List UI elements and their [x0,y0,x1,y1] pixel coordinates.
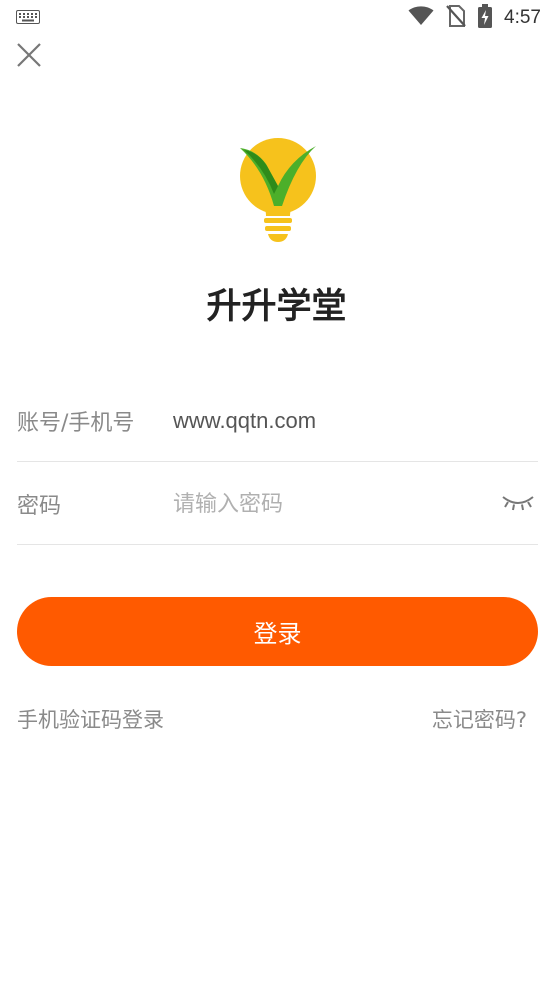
keyboard-icon [16,9,40,28]
lightbulb-checkmark-logo [240,138,316,242]
close-button[interactable] [12,40,46,74]
no-sim-icon [446,5,466,31]
battery-charging-icon [478,4,493,32]
app-logo [236,134,320,244]
login-button[interactable]: 登录 [17,597,538,666]
eye-closed-icon [501,492,535,516]
account-input[interactable] [173,407,538,434]
close-icon [15,41,43,73]
password-row: 密码 [17,463,538,545]
app-title: 升升学堂 [206,287,347,327]
status-bar: 4:57 [0,0,553,36]
password-label: 密码 [17,493,62,519]
password-visibility-toggle[interactable] [498,489,538,519]
status-icons: 4:57 [408,4,541,32]
sms-login-link[interactable]: 手机验证码登录 [17,704,164,734]
account-label: 账号/手机号 [17,410,135,436]
account-row: 账号/手机号 [17,380,538,462]
password-input[interactable] [173,490,498,517]
wifi-icon [408,6,434,30]
status-time: 4:57 [504,7,541,28]
login-screen: 4:57 升升学堂 账号/手机号 密码 [0,0,553,983]
forgot-password-link[interactable]: 忘记密码? [432,704,527,734]
